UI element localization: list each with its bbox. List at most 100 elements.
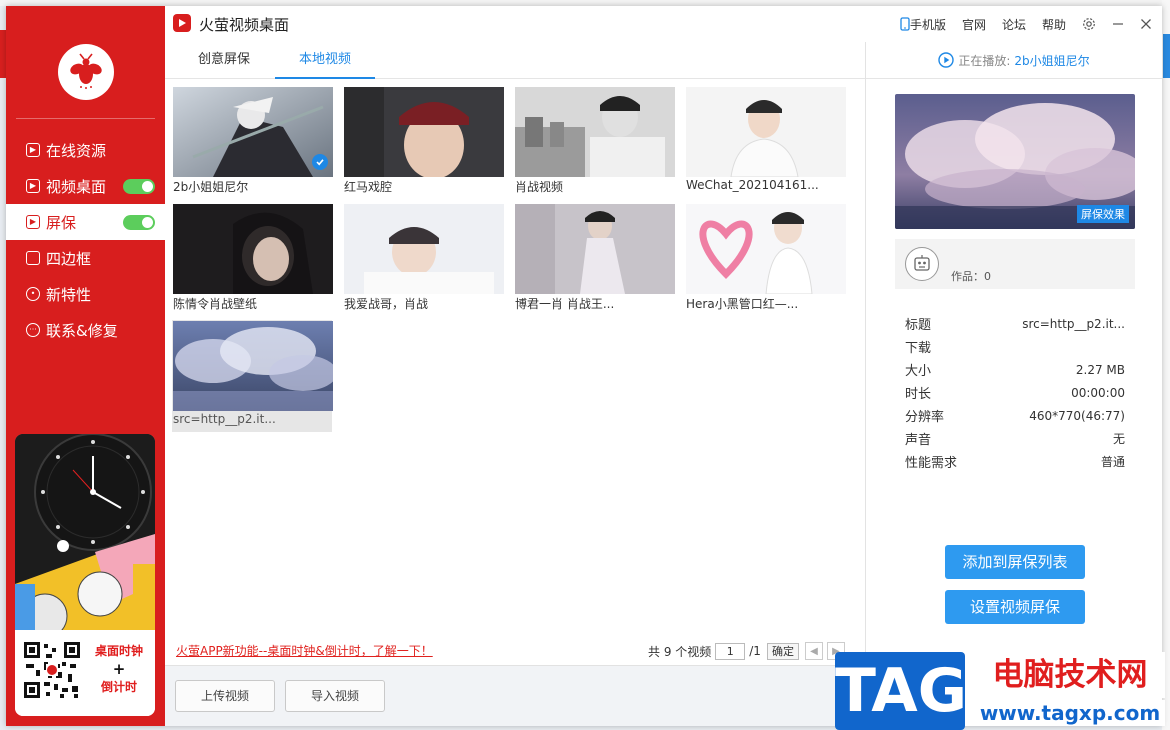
site-watermark: TAG 电脑技术网 www.tagxp.com: [835, 652, 1165, 730]
video-card[interactable]: 肖战视频: [514, 86, 675, 196]
promo-plus: +: [112, 660, 126, 678]
video-caption: 陈情令肖战壁纸: [173, 297, 258, 311]
minimize-icon[interactable]: [1112, 18, 1124, 30]
close-icon[interactable]: [1140, 18, 1152, 30]
video-card[interactable]: WeChat_202104161...: [685, 86, 846, 196]
video-caption: 红马戏腔: [344, 180, 393, 194]
firefly-logo-icon: [58, 44, 114, 100]
video-thumbnail: [515, 204, 675, 294]
forum-link[interactable]: 论坛: [1002, 16, 1026, 33]
promo-line1: 桌面时钟: [94, 644, 143, 658]
author-card: 作品：0: [895, 239, 1135, 289]
page-number-input[interactable]: 1: [715, 642, 746, 660]
chat-icon: ···: [26, 323, 40, 337]
video-caption: 2b小姐姐尼尔: [173, 180, 249, 194]
video-card[interactable]: 我爱战哥，肖战: [343, 203, 504, 313]
info-label: 标题: [905, 318, 932, 333]
sidebar-nav: ▶ 在线资源 ▶ 视频桌面 ▶ 屏保 四边框 • 新特性 ··· 联系&修复: [6, 132, 165, 348]
works-count: 作品：0: [951, 270, 991, 283]
video-caption: Hera小黑管口红—...: [686, 297, 799, 311]
sidebar-item-label: 视频桌面: [46, 177, 107, 196]
sidebar-item-video-desktop[interactable]: ▶ 视频桌面: [6, 168, 165, 204]
video-card[interactable]: 红马戏腔: [343, 86, 504, 196]
video-card[interactable]: 2b小姐姐尼尔: [172, 86, 333, 196]
promo-footer: 桌面时钟 + 倒计时: [15, 630, 155, 716]
screensaver-toggle[interactable]: [123, 215, 155, 230]
set-video-screensaver-button[interactable]: 设置视频屏保: [945, 590, 1085, 624]
info-value: 普通: [1100, 455, 1125, 469]
preview-effect-badge[interactable]: 屏保效果: [1077, 205, 1129, 223]
video-card[interactable]: 陈情令肖战壁纸: [172, 203, 333, 313]
info-row-size: 大小 2.27 MB: [905, 358, 1125, 381]
page-confirm-button[interactable]: 确定: [766, 642, 799, 660]
mobile-version-link[interactable]: 手机版: [900, 16, 946, 33]
now-playing-title[interactable]: 2b小姐姐尼尔: [1014, 52, 1089, 69]
sidebar-item-contact-repair[interactable]: ··· 联系&修复: [6, 312, 165, 348]
page-total: /1: [749, 644, 761, 658]
now-playing: 正在播放: 2b小姐姐尼尔: [866, 42, 1162, 79]
prev-page-icon[interactable]: ◀: [804, 642, 823, 660]
app-window: ▶ 在线资源 ▶ 视频桌面 ▶ 屏保 四边框 • 新特性 ··· 联系&修复 桌…: [6, 6, 1162, 726]
sidebar-item-border-frame[interactable]: 四边框: [6, 240, 165, 276]
video-thumbnail: [173, 321, 333, 411]
info-label: 下载: [905, 341, 932, 356]
new-feature-link[interactable]: 火萤APP新功能--桌面时钟&倒计时，了解一下！: [176, 642, 433, 659]
official-site-link[interactable]: 官网: [962, 16, 986, 33]
sidebar-item-label: 联系&修复: [46, 321, 118, 340]
app-title: 火萤视频桌面: [199, 16, 290, 34]
info-label: 时长: [905, 387, 932, 402]
video-caption: src=http__p2.it...: [173, 412, 276, 426]
play-icon: ▶: [26, 215, 40, 229]
frame-icon: [26, 251, 40, 265]
info-label: 分辨率: [905, 410, 945, 425]
video-caption: 博君一肖 肖战王...: [515, 297, 615, 311]
info-label: 声音: [905, 433, 932, 448]
video-thumbnail: [686, 87, 846, 177]
mobile-version-label: 手机版: [909, 17, 946, 32]
info-value: 2.27 MB: [1075, 362, 1125, 377]
video-total: 共 9 个视频: [648, 644, 712, 659]
watermark-site-name: 电脑技术网: [975, 652, 1165, 698]
info-value: 460*770(46:77): [1029, 408, 1125, 423]
video-card[interactable]: Hera小黑管口红—...: [685, 203, 846, 313]
upload-video-button[interactable]: 上传视频: [175, 680, 275, 712]
robot-avatar-icon: [905, 247, 939, 281]
video-thumbnail: [344, 204, 504, 294]
info-row-duration: 时长 00:00:00: [905, 381, 1125, 404]
video-thumbnail: [686, 204, 846, 294]
info-row-download: 下载: [905, 335, 1125, 358]
sidebar-divider: [16, 118, 155, 119]
sidebar-item-label: 新特性: [46, 285, 92, 304]
play-icon: ▶: [26, 179, 40, 193]
help-link[interactable]: 帮助: [1042, 16, 1066, 33]
info-row-audio: 声音 无: [905, 427, 1125, 450]
settings-gear-icon[interactable]: [1082, 17, 1096, 31]
tab-local-video[interactable]: 本地视频: [275, 42, 375, 79]
info-value: 无: [1112, 432, 1125, 446]
sidebar-item-online-resources[interactable]: ▶ 在线资源: [6, 132, 165, 168]
sidebar-item-new-features[interactable]: • 新特性: [6, 276, 165, 312]
tab-creative-screensaver[interactable]: 创意屏保: [179, 42, 269, 78]
qr-code-icon: [22, 640, 82, 700]
sidebar-item-label: 四边框: [46, 249, 92, 268]
watermark-tag-logo: TAG: [835, 652, 967, 730]
sidebar-item-label: 在线资源: [46, 141, 107, 160]
import-video-button[interactable]: 导入视频: [285, 680, 385, 712]
video-card-highlighted[interactable]: src=http__p2.it...: [172, 320, 333, 432]
video-thumbnail: [344, 87, 504, 177]
add-to-screensaver-list-button[interactable]: 添加到屏保列表: [945, 545, 1085, 579]
promo-text: 桌面时钟 + 倒计时: [87, 642, 151, 696]
lightbulb-icon: •: [26, 287, 40, 301]
promo-clock-image: [15, 434, 155, 630]
video-thumbnail: [515, 87, 675, 177]
clock-countdown-promo[interactable]: 桌面时钟 + 倒计时: [15, 434, 155, 716]
info-label: 性能需求: [905, 456, 958, 471]
title-bar-actions: 手机版 官网 论坛 帮助: [884, 6, 1152, 42]
content-tabs: 创意屏保 本地视频: [165, 42, 865, 79]
video-desktop-toggle[interactable]: [123, 179, 155, 194]
video-card[interactable]: 博君一肖 肖战王...: [514, 203, 675, 313]
info-row-resolution: 分辨率 460*770(46:77): [905, 404, 1125, 427]
video-caption: 我爱战哥，肖战: [344, 297, 429, 311]
screensaver-preview[interactable]: 屏保效果: [895, 94, 1135, 229]
sidebar-item-screensaver[interactable]: ▶ 屏保: [6, 204, 165, 240]
